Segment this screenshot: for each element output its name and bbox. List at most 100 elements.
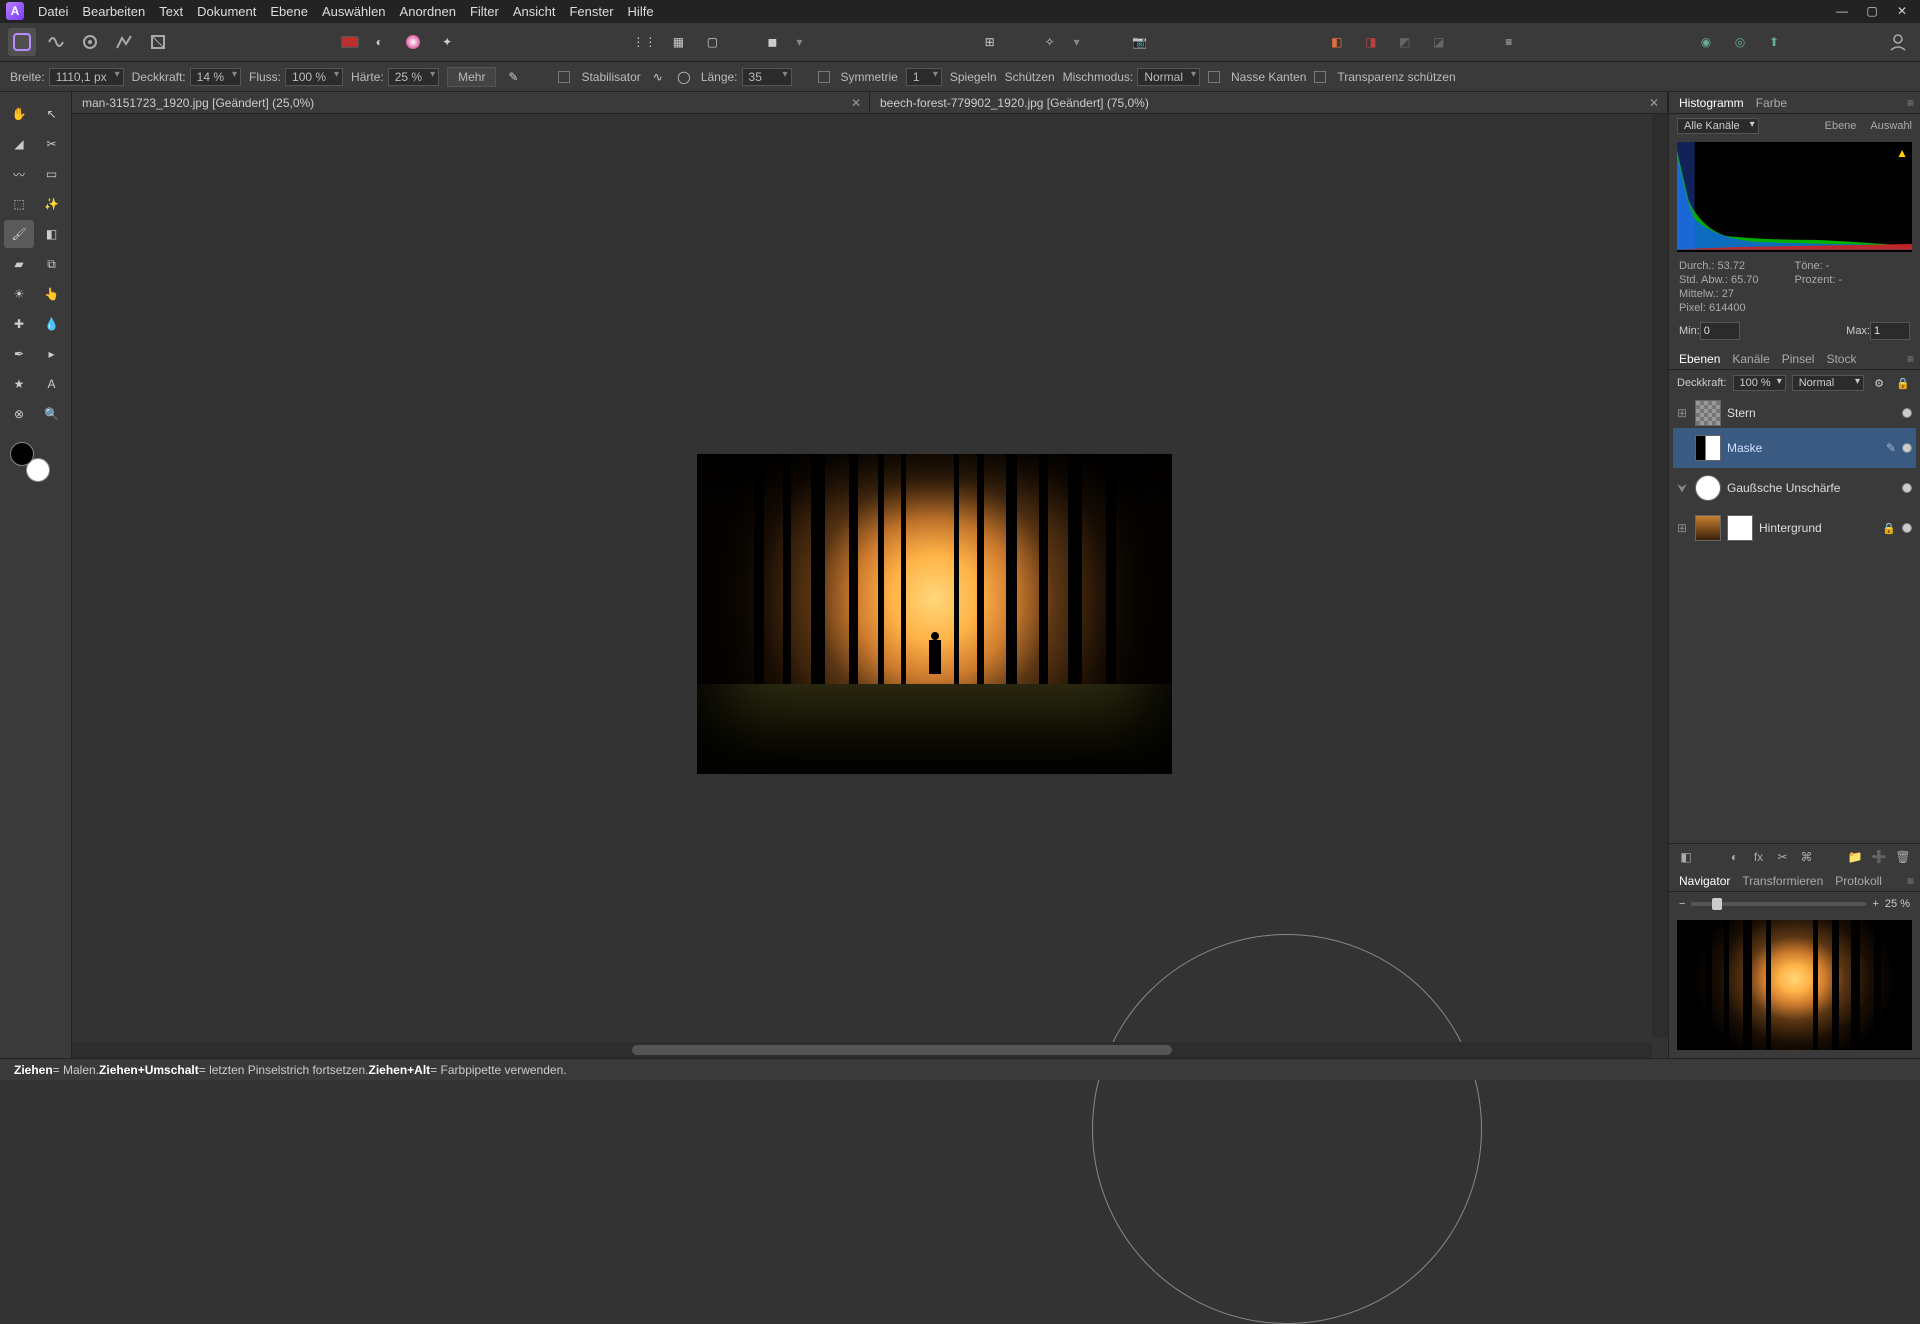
zoom-slider[interactable] [1691, 902, 1866, 906]
menu-ebene[interactable]: Ebene [270, 4, 308, 19]
histo-selection-button[interactable]: Auswahl [1870, 120, 1912, 132]
tab-transformieren[interactable]: Transformieren [1742, 874, 1823, 888]
wand-tool-icon[interactable]: ✨ [37, 190, 67, 218]
grid-box-icon[interactable]: ▦ [664, 28, 692, 56]
histo-layer-button[interactable]: Ebene [1825, 120, 1857, 132]
close-icon[interactable]: ✕ [1890, 2, 1914, 20]
layer-row-background[interactable]: ⊞ Hintergrund 🔒 [1673, 508, 1916, 548]
fx-icon[interactable]: fx [1750, 848, 1768, 866]
panel-menu-icon[interactable]: ≡ [1907, 96, 1914, 110]
layer-opacity-field[interactable]: 100 % [1733, 375, 1786, 391]
stabilizer-mode2-icon[interactable]: ◯ [675, 68, 693, 86]
channels-dropdown[interactable]: Alle Kanäle [1677, 118, 1759, 134]
blur-tool-icon[interactable]: 💧 [37, 310, 67, 338]
delete-layer-icon[interactable]: 🗑 [1894, 848, 1912, 866]
lock-icon[interactable]: 🔒 [1882, 522, 1896, 535]
paint-brush-tool-icon[interactable]: 🖌 [4, 220, 34, 248]
colorwheel-icon[interactable] [399, 28, 427, 56]
live-filter-icon[interactable]: ⌘ [1798, 848, 1816, 866]
visibility-toggle[interactable] [1902, 443, 1912, 453]
more-button[interactable]: Mehr [447, 67, 496, 87]
visibility-toggle[interactable] [1902, 483, 1912, 493]
sync1-icon[interactable]: ◉ [1692, 28, 1720, 56]
blendmode-field[interactable]: Normal [1137, 68, 1200, 86]
layer-row-maske[interactable]: Maske ✎ [1673, 428, 1916, 468]
canvas[interactable] [72, 114, 1652, 1038]
menu-auswaehlen[interactable]: Auswählen [322, 4, 386, 19]
add-layer-icon[interactable]: ➕ [1870, 848, 1888, 866]
layer-row-blur[interactable]: ⮟ Gaußsche Unschärfe [1673, 468, 1916, 508]
crop-layer-icon[interactable]: ✂ [1774, 848, 1792, 866]
stabilizer-mode1-icon[interactable]: ∿ [649, 68, 667, 86]
symmetry-checkbox[interactable] [818, 71, 830, 83]
foreground-color-swatch[interactable] [10, 442, 34, 466]
color-picker-tool-icon[interactable]: ◢ [4, 130, 34, 158]
tab-protokoll[interactable]: Protokoll [1835, 874, 1882, 888]
node-tool-icon[interactable]: ▸ [37, 340, 67, 368]
protect-label[interactable]: Schützen [1005, 70, 1055, 84]
grid-dot-icon[interactable]: ⋮⋮ [630, 28, 658, 56]
hardness-field[interactable]: 25 % [388, 68, 439, 86]
layer-lock-icon[interactable]: 🔒 [1894, 374, 1912, 392]
zoom-in-icon[interactable]: + [1872, 898, 1878, 910]
selection-brush-tool-icon[interactable]: 〰 [4, 160, 34, 188]
crop-tool-icon[interactable]: ✂ [37, 130, 67, 158]
menu-bearbeiten[interactable]: Bearbeiten [82, 4, 145, 19]
opacity-field[interactable]: 14 % [190, 68, 241, 86]
move-tool-icon[interactable]: ↖ [37, 100, 67, 128]
clone-tool-icon[interactable]: ⧉ [37, 250, 67, 278]
layer-dup-icon[interactable]: ◨ [1357, 28, 1385, 56]
sync3-icon[interactable]: ⬆ [1760, 28, 1788, 56]
visibility-toggle[interactable] [1902, 408, 1912, 418]
fill-tool-icon[interactable]: ▰ [4, 250, 34, 278]
persona-liquify-icon[interactable] [42, 28, 70, 56]
panel-menu-icon[interactable]: ≡ [1907, 874, 1914, 888]
swatch-red[interactable] [341, 36, 359, 48]
tab-ebenen[interactable]: Ebenen [1679, 352, 1720, 366]
assist-icon[interactable]: ✧ [1036, 28, 1064, 56]
layer-blend-field[interactable]: Normal [1792, 375, 1864, 391]
quicklook-icon[interactable]: ◼ [758, 28, 786, 56]
max-input[interactable] [1870, 322, 1910, 340]
width-field[interactable]: 1110,1 px [49, 68, 124, 86]
mesh-tool-icon[interactable]: ⊗ [4, 400, 34, 428]
zoom-tool-icon[interactable]: 🔍 [37, 400, 67, 428]
minimize-icon[interactable]: — [1830, 2, 1854, 20]
mirror-label[interactable]: Spiegeln [950, 70, 997, 84]
document-tab-1[interactable]: man-3151723_1920.jpg [Geändert] (25,0%) … [72, 92, 870, 113]
snapshot-icon[interactable]: 📷 [1126, 28, 1154, 56]
dodge-tool-icon[interactable]: ☀ [4, 280, 34, 308]
min-input[interactable] [1700, 322, 1740, 340]
zoom-value[interactable]: 25 % [1885, 898, 1910, 910]
horizontal-scrollbar[interactable] [72, 1042, 1652, 1058]
menu-dokument[interactable]: Dokument [197, 4, 256, 19]
mask-layer-icon[interactable]: ◧ [1677, 848, 1695, 866]
persona-export-icon[interactable] [144, 28, 172, 56]
tab-close-icon[interactable]: ✕ [851, 96, 861, 110]
tab-navigator[interactable]: Navigator [1679, 874, 1730, 888]
brush-edit-icon[interactable]: ✎ [504, 68, 522, 86]
menu-anordnen[interactable]: Anordnen [400, 4, 456, 19]
length-field[interactable]: 35 [742, 68, 792, 86]
erase-tool-icon[interactable]: ◧ [37, 220, 67, 248]
menu-ansicht[interactable]: Ansicht [513, 4, 556, 19]
menu-fenster[interactable]: Fenster [569, 4, 613, 19]
flow-field[interactable]: 100 % [285, 68, 343, 86]
tab-stock[interactable]: Stock [1826, 352, 1856, 366]
group-icon[interactable]: 📁 [1846, 848, 1864, 866]
shape-tool-icon[interactable]: ★ [4, 370, 34, 398]
account-icon[interactable] [1884, 28, 1912, 56]
maximize-icon[interactable]: ▢ [1860, 2, 1884, 20]
persona-develop-icon[interactable] [76, 28, 104, 56]
menu-datei[interactable]: Datei [38, 4, 68, 19]
stabilizer-checkbox[interactable] [558, 71, 570, 83]
chevron-down-icon[interactable]: ▾ [792, 28, 806, 56]
panel-menu-icon[interactable]: ≡ [1907, 352, 1914, 366]
tab-kanaele[interactable]: Kanäle [1732, 352, 1769, 366]
grid-outline-icon[interactable]: ▢ [698, 28, 726, 56]
visibility-toggle[interactable] [1902, 523, 1912, 533]
sync2-icon[interactable]: ◎ [1726, 28, 1754, 56]
tab-histogramm[interactable]: Histogramm [1679, 96, 1744, 110]
menu-hilfe[interactable]: Hilfe [628, 4, 654, 19]
layer-fx-icon[interactable]: ⚙ [1870, 374, 1888, 392]
